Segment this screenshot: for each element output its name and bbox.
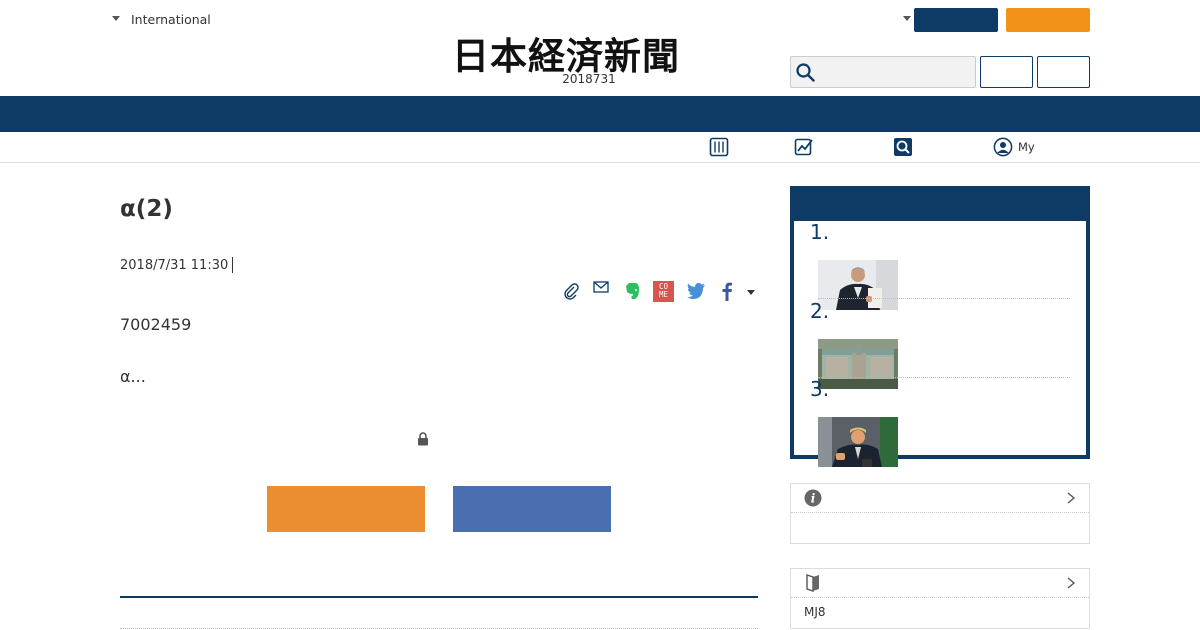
chevron-right-icon[interactable] — [1065, 491, 1077, 505]
come-icon[interactable]: CO ME — [653, 281, 674, 302]
caret-down-icon[interactable] — [112, 16, 120, 21]
login-cta-button[interactable] — [453, 486, 611, 532]
info-box[interactable] — [790, 483, 1090, 544]
header-outline-button-1[interactable] — [980, 56, 1033, 88]
facebook-icon[interactable] — [716, 280, 738, 302]
man-with-document-photo — [818, 260, 898, 310]
ranking-thumbnail-3[interactable] — [818, 417, 898, 467]
building-aerial-photo — [818, 339, 898, 389]
my-link-label[interactable]: My — [1018, 140, 1035, 154]
header-outline-button-2[interactable] — [1037, 56, 1090, 88]
article-body-line: α... — [120, 367, 146, 386]
ranking-separator — [818, 377, 1070, 378]
info-icon: i — [804, 489, 822, 507]
login-button[interactable] — [914, 8, 998, 32]
market-chart-icon[interactable] — [794, 137, 814, 157]
ranking-number: 2. — [810, 299, 830, 323]
nikkei-logo[interactable]: 日本経済新聞 — [452, 26, 748, 78]
mj-box[interactable] — [790, 568, 1090, 629]
chevron-right-icon[interactable] — [1065, 576, 1077, 590]
article-title: α(2) — [120, 196, 173, 222]
mj-link-label[interactable]: MJ8 — [804, 605, 826, 619]
info-box-separator — [791, 512, 1089, 513]
book-icon — [806, 574, 819, 592]
article-body-line: 7002459 — [120, 315, 192, 334]
ranking-separator — [818, 298, 1070, 299]
lock-icon — [418, 432, 428, 446]
ranking-thumbnail-2[interactable] — [818, 339, 898, 389]
trump-speech-photo — [818, 417, 898, 467]
article-timestamp: 2018/7/31 11:30 — [120, 258, 229, 273]
edition-link[interactable]: International — [131, 12, 211, 27]
caret-down-icon[interactable] — [903, 16, 911, 21]
share-more-caret-icon[interactable] — [747, 290, 755, 295]
timestamp-divider — [232, 257, 233, 273]
my-account-icon[interactable] — [993, 137, 1013, 157]
search-page-icon[interactable] — [893, 137, 913, 157]
subscribe-cta-button[interactable] — [267, 486, 425, 532]
ranking-panel-header — [790, 186, 1090, 221]
main-navigation-bar — [0, 96, 1200, 132]
ranking-number: 3. — [810, 377, 830, 401]
clip-icon[interactable] — [560, 280, 582, 302]
search-icon[interactable] — [795, 62, 815, 82]
mail-icon[interactable] — [590, 280, 612, 302]
search-input[interactable] — [790, 56, 976, 88]
evernote-icon[interactable] — [621, 280, 643, 302]
newspaper-viewer-icon[interactable] — [709, 137, 729, 157]
issue-date: 2018731 — [562, 72, 616, 86]
ranking-number: 1. — [810, 220, 830, 244]
section-divider — [120, 596, 758, 598]
twitter-icon[interactable] — [685, 280, 707, 302]
subscribe-button[interactable] — [1006, 8, 1090, 32]
dotted-divider — [120, 628, 758, 629]
svg-text:i: i — [811, 492, 816, 506]
ranking-thumbnail-1[interactable] — [818, 260, 898, 310]
mj-box-separator — [791, 597, 1089, 598]
